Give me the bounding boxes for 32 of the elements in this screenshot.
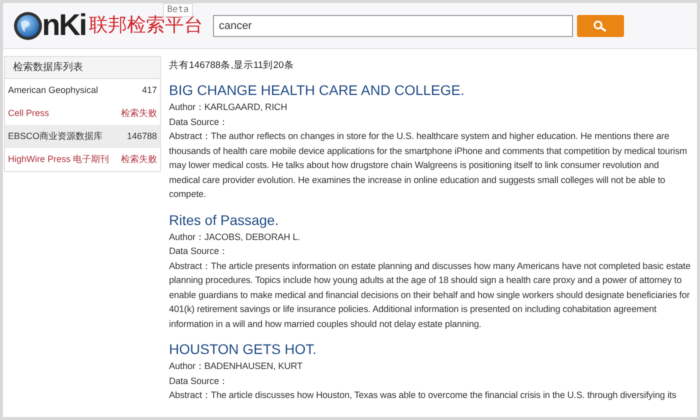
database-name: HighWire Press 电子期刊	[8, 152, 110, 166]
data-source-label: Data Source：	[169, 116, 228, 127]
abstract-text: Abstract：The author reflects on changes in store for the U.S. healthcare system and higher education. He mentions there are thousands of health care mobile device applications for the smartphone iPhone and comments that competition by medical tourism may lower medical costs. He talks about how drugstore chain Walgreens is positioning itself to link consumer revolution and medical care provider evolution. He examines the increase in online education and suggests small colleges will not be able to compete.	[169, 130, 688, 202]
result-count: 146788	[126, 130, 157, 143]
globe-logo-icon	[13, 10, 43, 40]
beta-badge: Beta	[163, 3, 193, 16]
author-name: JACOBS, DEBORAH L.	[204, 230, 300, 244]
logo-letters: nKi	[42, 10, 86, 40]
author-name: BADENHAUSEN, KURT	[204, 360, 303, 374]
database-item[interactable]: EBSCO商业资源数据库 146788	[5, 125, 160, 148]
result-title-link[interactable]: Rites of Passage.	[169, 212, 691, 229]
failure-status: 检索失败	[121, 152, 157, 166]
abstract-text: Abstract：The article presents information on estate planning and discusses how many Americans have not completed basic estate planning procedures. Topics include how young adults at the age of 18 should sign a health care proxy and a power of attorney to enable guardians to make medical and financial decisions on their behalf and how single workers should designate beneficiaries for 401(k) retirement savings or life insurance policies. Additional information is presented on including cohabitation agreement information in a will and how married couples should not delay estate planning.	[169, 260, 691, 331]
author-label: Author：	[169, 101, 204, 114]
result-count: 417	[142, 84, 157, 97]
result-title-link[interactable]: HOUSTON GETS HOT.	[169, 341, 691, 358]
search-button[interactable]	[576, 14, 624, 36]
author-name: KARLGAARD, RICH	[204, 101, 288, 114]
database-name: EBSCO商业资源数据库	[8, 130, 103, 143]
panel-title: 检索数据库列表	[5, 57, 160, 79]
result-title-link[interactable]: BIG CHANGE HEALTH CARE AND COLLEGE.	[169, 82, 691, 100]
data-source-label: Data Source：	[169, 376, 228, 386]
database-name: Cell Press	[8, 106, 50, 120]
failure-status: 检索失败	[121, 106, 157, 120]
author-label: Author：	[169, 360, 204, 374]
abstract-text: Abstract：The article discusses how Houston, Texas was able to overcome the financial crisis in the U.S. through diversifying its	[169, 389, 678, 402]
author-label: Author：	[169, 230, 204, 244]
search-field[interactable]: cancer	[212, 14, 573, 36]
data-source-label: Data Source：	[169, 246, 228, 256]
search-icon	[593, 20, 608, 32]
results-summary: 共有146788条,显示11到20条	[169, 59, 295, 73]
database-name: American Geophysical	[8, 84, 98, 97]
